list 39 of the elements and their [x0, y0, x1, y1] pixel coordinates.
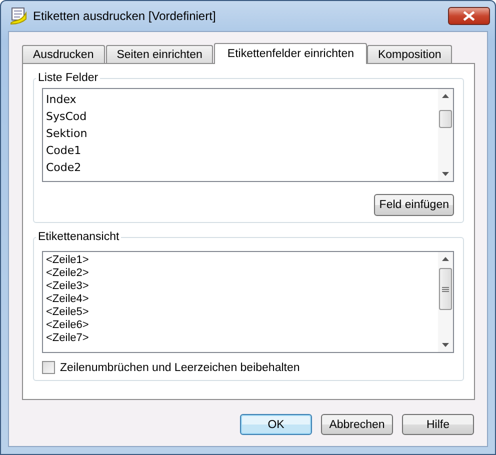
scroll-thumb[interactable]: [439, 110, 452, 128]
list-item[interactable]: SysCod: [46, 108, 435, 125]
preview-line: <Zeile1>: [46, 254, 90, 267]
list-item[interactable]: Code1: [46, 142, 435, 159]
label-printer-icon: [10, 7, 28, 25]
field-list[interactable]: Index SysCod Sektion Code1 Code2: [42, 88, 454, 182]
preview-line: <Zeile5>: [46, 306, 90, 319]
scroll-up-icon[interactable]: [442, 94, 449, 98]
window-title: Etiketten ausdrucken [Vordefiniert]: [33, 9, 216, 23]
scroll-down-icon[interactable]: [442, 343, 449, 347]
checkbox-label: Zeilenumbrüchen und Leerzeichen beibehalten: [60, 362, 300, 374]
group-title: Etikettenansicht: [37, 231, 120, 243]
close-button[interactable]: [448, 7, 490, 25]
dialog-button[interactable]: Abbrechen: [321, 414, 393, 435]
list-item[interactable]: Index: [46, 91, 435, 108]
preview-line: <Zeile2>: [46, 267, 90, 280]
tab[interactable]: Etikettenfelder einrichten: [214, 43, 367, 64]
grip-icon: [442, 286, 449, 292]
preview-line: <Zeile4>: [46, 293, 90, 306]
dialog-button[interactable]: Hilfe: [402, 414, 474, 435]
insert-field-button[interactable]: Feld einfügen: [374, 194, 454, 216]
preview-line: <Zeile7>: [46, 332, 90, 345]
scrollbar[interactable]: [438, 252, 453, 352]
preview-line: <Zeile6>: [46, 319, 90, 332]
checkbox[interactable]: [42, 361, 55, 374]
dialog-button[interactable]: OK: [240, 414, 312, 435]
preview-text-area[interactable]: <Zeile1> <Zeile2> <Zeile3> <Zeile4> <Zeile5> <Zeile6> <Zeile7>: [42, 251, 454, 353]
scroll-up-icon[interactable]: [442, 257, 449, 261]
list-item[interactable]: Code2: [46, 159, 435, 176]
group-title: Liste Felder: [37, 72, 100, 84]
tab[interactable]: Ausdrucken: [22, 45, 105, 63]
preview-line: <Zeile3>: [46, 280, 90, 293]
scroll-thumb[interactable]: [439, 268, 452, 310]
tab[interactable]: Komposition: [366, 45, 452, 63]
tab[interactable]: Seiten einrichten: [106, 45, 214, 63]
list-item[interactable]: Sektion: [46, 125, 435, 142]
close-icon: [463, 11, 475, 21]
scroll-down-icon[interactable]: [442, 172, 449, 176]
scrollbar[interactable]: [438, 89, 453, 181]
